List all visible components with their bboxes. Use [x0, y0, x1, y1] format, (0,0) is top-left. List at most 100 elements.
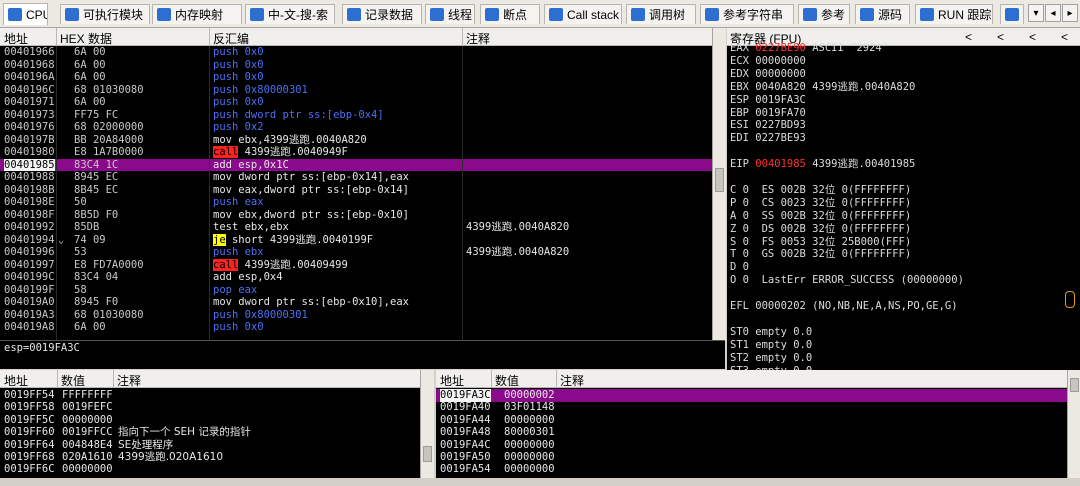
hex-bytes: 6A 00 [74, 71, 106, 83]
register-line[interactable]: A 0 SS 002B 32位 0(FFFFFFFF) [730, 210, 911, 223]
tab-2[interactable]: modules-icon 可执行模块 [60, 4, 150, 24]
tab-10[interactable]: strings-icon 参考字符串 [700, 4, 794, 24]
stack-column-value[interactable]: 数值 [495, 372, 519, 389]
tab-7[interactable]: breakpoint-icon 断点 [480, 4, 540, 24]
register-line[interactable]: ST2 empty 0.0 [730, 352, 812, 365]
tab-11[interactable]: references-icon 参考 [798, 4, 850, 24]
register-line[interactable]: EFL 00000202 (NO,NB,NE,A,NS,PO,GE,G) [730, 300, 958, 313]
stack-pane[interactable]: 地址 数值 注释 0019FA3C 00000002 0019FA40 03F0114… [436, 370, 1067, 478]
stack-row[interactable]: 0019FA54 00000000 [436, 463, 1067, 476]
tab-9[interactable]: calltree-icon 调用树 [626, 4, 696, 24]
register-line[interactable]: EBP 0019FA70 [730, 107, 806, 120]
tab-4[interactable]: search-icon 中-文-搜-索 [245, 4, 335, 24]
register-line[interactable]: ECX 00000000 [730, 55, 806, 68]
stack-column-address[interactable]: 地址 [440, 372, 464, 389]
dump-row[interactable]: 0019FF6C 00000000 [0, 463, 420, 476]
register-line[interactable]: S 0 FS 0053 32位 25B000(FFF) [730, 236, 911, 249]
dump-pane[interactable]: 地址 数值 注释 0019FF54 FFFFFFFF 0019FF58 0019FEF… [0, 370, 420, 478]
nav-prev-button[interactable]: ◂ [1045, 4, 1061, 22]
dump-row[interactable]: 0019FF68 020A1610 4399逃跑.020A1610 [0, 451, 420, 464]
dump-column-value[interactable]: 数值 [61, 372, 85, 389]
comment: 4399逃跑.0040A820 [466, 221, 570, 233]
disasm-row[interactable]: 00401973 FF75 FC push dword ptr ss:[ebp-0x… [0, 109, 712, 122]
register-line[interactable]: ESI 0227BD93 [730, 119, 806, 132]
dump-column-address[interactable]: 地址 [4, 372, 28, 389]
column-address[interactable]: 地址 [4, 30, 28, 47]
register-line[interactable]: ST1 empty 0.0 [730, 339, 812, 352]
stack-scrollbar[interactable] [1067, 370, 1080, 478]
register-line[interactable]: O 0 LastErr ERROR_SUCCESS (00000000) [730, 274, 964, 287]
stack-row[interactable]: 0019FA44 00000000 [436, 414, 1067, 427]
comment: 指向下一个 SEH 记录的指针 [118, 426, 251, 439]
register-line[interactable]: EAX 0227BE90 ASCII "2924" [730, 42, 888, 55]
tab-13[interactable]: trace-icon RUN 跟踪 [915, 4, 993, 24]
registers-pane[interactable]: 寄存器 (FPU) < < < < EAX 0227BE90 ASCII "29… [727, 28, 1080, 370]
disasm-row[interactable]: 00401966 6A 00 push 0x0 [0, 46, 712, 59]
register-line[interactable]: EBX 0040A820 4399逃跑.0040A820 [730, 81, 915, 94]
dump-row[interactable]: 0019FF64 004848E4 SE处理程序 [0, 439, 420, 452]
disasm-row[interactable]: 00401968 6A 00 push 0x0 [0, 59, 712, 72]
dump-row[interactable]: 0019FF58 0019FEFC [0, 401, 420, 414]
disasm-row[interactable]: 0040196A 6A 00 push 0x0 [0, 71, 712, 84]
disasm-row[interactable]: 0040197B BB 20A84000 mov ebx,4399逃跑.0040A8… [0, 134, 712, 147]
register-line[interactable]: EIP 00401985 4399逃跑.00401985 [730, 158, 915, 171]
register-line[interactable]: EDI 0227BE93 [730, 132, 806, 145]
dump-scrollbar[interactable] [420, 370, 434, 478]
disasm-row[interactable]: 00401976 68 02000000 push 0x2 [0, 121, 712, 134]
tab-8[interactable]: callstack-icon Call stack [544, 4, 622, 24]
disasm-row[interactable]: 0040198F 8B5D F0 mov ebx,dword ptr ss:[ebp… [0, 209, 712, 222]
disasm-row[interactable]: 00401988 8945 EC mov dword ptr ss:[ebp-0x1… [0, 171, 712, 184]
stack-row[interactable]: 0019FA3C 00000002 [436, 389, 1067, 402]
disasm-row[interactable]: 00401994 ⌄ 74 09 je short 4399逃跑.0040199F [0, 233, 712, 247]
dump-row[interactable]: 0019FF5C 00000000 [0, 414, 420, 427]
column-disassembly[interactable]: 反汇编 [213, 30, 249, 47]
tab-14[interactable]: windows-iconW [1000, 4, 1024, 24]
register-line[interactable]: Z 0 DS 002B 32位 0(FFFFFFFF) [730, 223, 911, 236]
stack-row[interactable]: 0019FA40 03F01148 [436, 401, 1067, 414]
disasm-row[interactable]: 00401985 83C4 1C add esp,0x1C [0, 158, 712, 171]
nav-next-button[interactable]: ▸ [1062, 4, 1078, 22]
register-line[interactable]: EDX 00000000 [730, 68, 806, 81]
nav-down-button[interactable]: ▾ [1028, 4, 1044, 22]
disasm-row[interactable]: 00401980 E8 1A7B0000 call 4399逃跑.0040949F [0, 146, 712, 159]
dump-row[interactable]: 0019FF54 FFFFFFFF [0, 389, 420, 402]
disasm-row[interactable]: 0040198E 50 push eax [0, 196, 712, 209]
dump-row[interactable]: 0019FF60 0019FFCC 指向下一个 SEH 记录的指针 [0, 426, 420, 439]
disasm-row[interactable]: 00401971 6A 00 push 0x0 [0, 96, 712, 109]
register-line[interactable]: D 0 [730, 261, 749, 274]
disasm-row[interactable]: 0040198B 8B45 EC mov eax,dword ptr ss:[ebp… [0, 184, 712, 197]
dump-column-comment[interactable]: 注释 [117, 372, 141, 389]
register-line[interactable]: ESP 0019FA3C [730, 94, 806, 107]
disasm-row[interactable]: 0040196C 68 01030080 push 0x80000301 [0, 84, 712, 97]
disasm-row[interactable]: 004019A8 6A 00 push 0x0 [0, 321, 712, 334]
stack-row[interactable]: 0019FA50 00000000 [436, 451, 1067, 464]
disasm-row[interactable]: 00401997 E8 FD7A0000 call 4399逃跑.00409499 [0, 258, 712, 272]
tab-3[interactable]: memory-map-icon 内存映射 [152, 4, 242, 24]
register-line[interactable]: C 0 ES 002B 32位 0(FFFFFFFF) [730, 184, 911, 197]
disasm-row[interactable]: 0040199F 58 pop eax [0, 284, 712, 297]
tab-5[interactable]: log-icon 记录数据 [342, 4, 422, 24]
register-line[interactable]: T 0 GS 002B 32位 0(FFFFFFFF) [730, 248, 911, 261]
stack-row[interactable]: 0019FA48 80000301 [436, 426, 1067, 439]
tab-1[interactable]: cpu-icon CPU [3, 3, 48, 25]
disasm-row[interactable]: 0040199C 83C4 04 add esp,0x4 [0, 271, 712, 284]
disasm-row[interactable]: 004019A3 68 01030080 push 0x80000301 [0, 309, 712, 322]
instruction: push dword ptr ss:[ebp-0x4] [213, 108, 384, 121]
calltree-icon: calltree-icon [631, 8, 645, 21]
stack-column-comment[interactable]: 注释 [560, 372, 584, 389]
register-line[interactable]: ST0 empty 0.0 [730, 326, 812, 339]
disassembly-pane[interactable]: 地址 HEX 数据 反汇编 注释 00401966 6A 00 push 0x0 00… [0, 28, 712, 340]
disasm-row[interactable]: 004019A0 8945 F0 mov dword ptr ss:[ebp-0x1… [0, 296, 712, 309]
column-hex[interactable]: HEX 数据 [60, 30, 112, 47]
address: 00401996 [4, 246, 55, 258]
windows-icon: windows-icon [1005, 8, 1019, 21]
disasm-row[interactable]: 00401996 53 push ebx 4399逃跑.0040A820 [0, 246, 712, 259]
column-comment[interactable]: 注释 [466, 30, 490, 47]
disassembly-scrollbar[interactable] [712, 28, 726, 340]
disasm-row[interactable]: 00401992 85DB test ebx,ebx 4399逃跑.0040A820 [0, 221, 712, 234]
tab-12[interactable]: source-icon 源码 [855, 4, 910, 24]
register-line[interactable]: P 0 CS 0023 32位 0(FFFFFFFF) [730, 197, 911, 210]
tab-6[interactable]: threads-icon 线程 [425, 4, 475, 24]
stack-row[interactable]: 0019FA4C 00000000 [436, 439, 1067, 452]
tab-label: 源码 [878, 8, 903, 22]
